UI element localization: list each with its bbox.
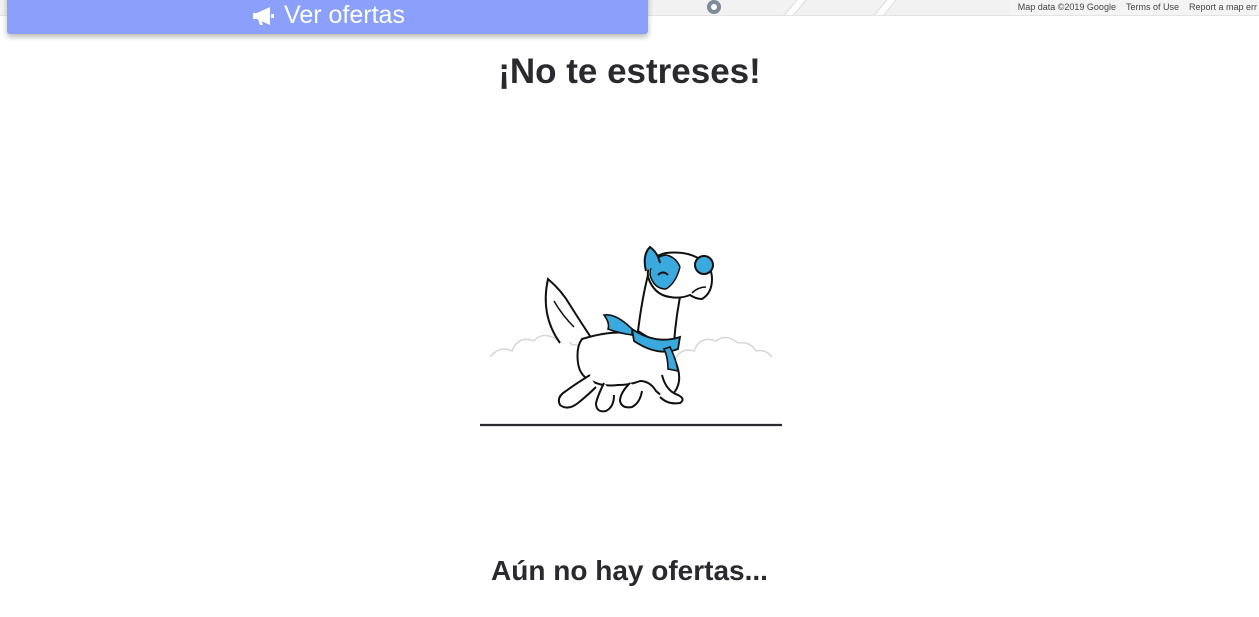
- map-footer: Map data ©2019 Google Terms of Use Repor…: [1009, 0, 1259, 15]
- dog-nose: [694, 255, 714, 275]
- ver-ofertas-button[interactable]: Ver ofertas: [7, 0, 648, 34]
- map-road: [781, 0, 807, 15]
- terms-of-use-link[interactable]: Terms of Use: [1126, 0, 1179, 15]
- map-data-attribution: Map data ©2019 Google: [1017, 2, 1116, 12]
- cloud-right-icon: [674, 336, 773, 360]
- report-map-error-link[interactable]: Report a map err: [1189, 0, 1257, 15]
- empty-state-title: ¡No te estreses!: [498, 52, 761, 91]
- dog-leg-back-2: [594, 382, 615, 413]
- map-pin-icon[interactable]: [707, 0, 721, 14]
- dog-tail: [544, 277, 593, 344]
- flying-dog-illustration: [480, 245, 782, 427]
- dog-leg-front-2: [618, 382, 643, 409]
- no-offers-message: Aún no hay ofertas...: [491, 555, 768, 586]
- megaphone-icon: [253, 6, 275, 25]
- ver-ofertas-label: Ver ofertas: [284, 1, 405, 29]
- dog-leg-back: [557, 374, 597, 409]
- map-road: [871, 0, 897, 15]
